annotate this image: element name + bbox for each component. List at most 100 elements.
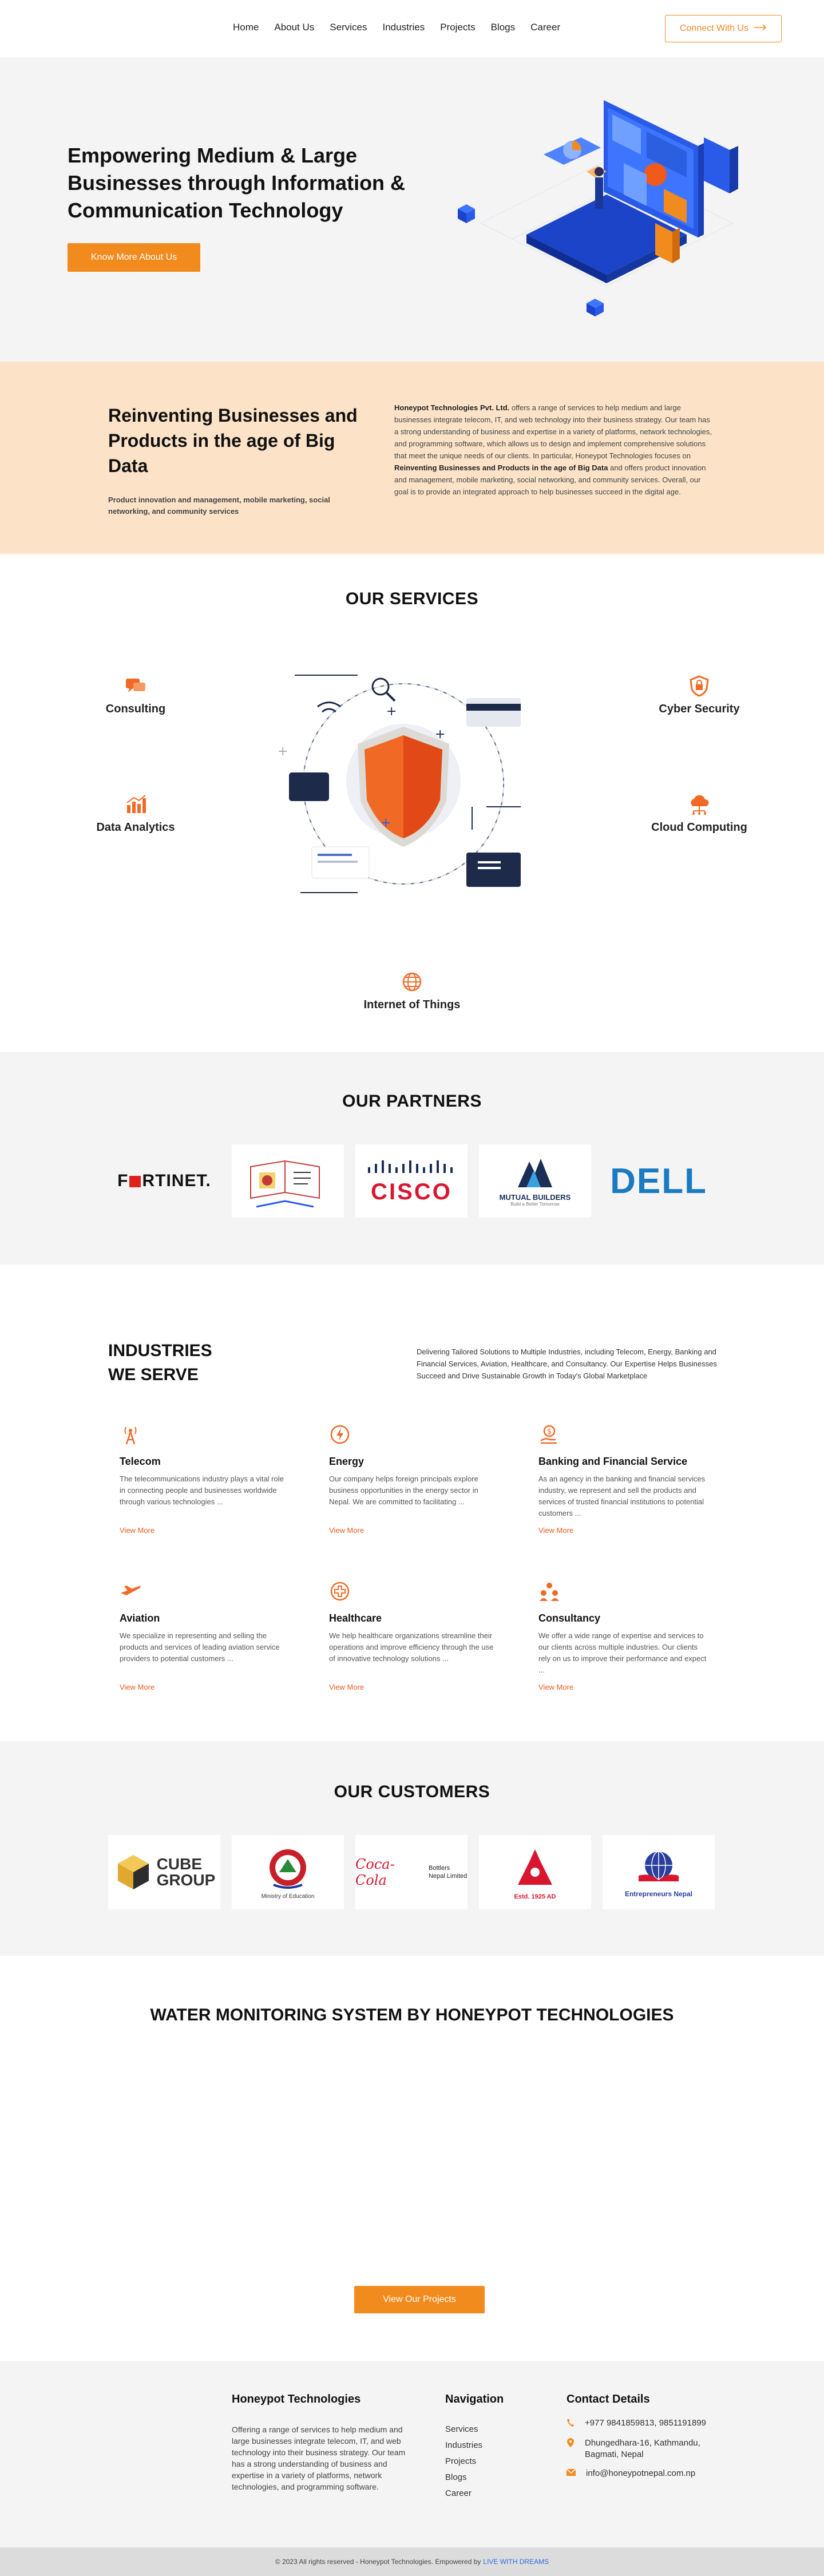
footer-nav-projects[interactable]: Projects [445, 2454, 482, 2470]
fortinet-logo[interactable]: F RTINET. [108, 1144, 220, 1218]
service-consulting-label: Consulting [105, 703, 166, 715]
reinvent-subtitle: Product innovation and management, mobil… [108, 496, 330, 516]
nav-services[interactable]: Services [330, 22, 367, 33]
view-more-link[interactable]: View More [538, 1526, 710, 1535]
view-more-link[interactable]: View More [538, 1683, 710, 1691]
globe-network-icon [400, 970, 424, 994]
fortinet-mark-icon [129, 1176, 141, 1187]
service-cyber-security[interactable]: Cyber Security [625, 674, 774, 716]
svg-text:+: + [278, 744, 288, 759]
contact-email[interactable]: info@honeypotnepal.com.np [586, 2468, 695, 2478]
ministry-text: Ministry of Education [261, 1893, 315, 1900]
cube-icon [117, 1855, 149, 1889]
industry-text: Our company helps foreign principals exp… [329, 1475, 478, 1506]
nepal-emblem-icon [269, 1849, 306, 1889]
reinvent-title: Reinventing Businesses and Products in t… [108, 405, 358, 476]
footer-nav-career[interactable]: Career [445, 2486, 482, 2502]
service-consulting[interactable]: Consulting [61, 674, 210, 716]
bottlers-text: Bottlers Nepal Limited [428, 1865, 468, 1880]
industry-card-consultancy[interactable]: Consultancy We offer a wide range of exp… [538, 1580, 710, 1691]
svg-text:+: + [381, 816, 391, 830]
ministry-education-logo[interactable]: Ministry of Education [232, 1835, 344, 1909]
footer-about-text: Offering a range of services to help med… [232, 2425, 406, 2491]
nav-projects[interactable]: Projects [440, 22, 475, 33]
hero-section: Empowering Medium & Large Businesses thr… [0, 57, 824, 362]
industry-card-banking[interactable]: $ Banking and Financial Service As an ag… [538, 1424, 710, 1535]
industries-title-line2: WE SERVE [108, 1365, 199, 1384]
mutual-builders-logo[interactable]: MUTUAL BUILDERS Build a Better Tomorrow [479, 1144, 591, 1218]
industry-card-healthcare[interactable]: Healthcare We help healthcare organizati… [329, 1580, 501, 1691]
main-nav: Home About Us Services Industries Projec… [233, 22, 576, 33]
industry-text: We help healthcare organizations streaml… [329, 1631, 494, 1663]
industry-text: The telecommunications industry plays a … [120, 1475, 284, 1506]
signal-tower-icon [120, 1424, 141, 1445]
reinvent-body: Honeypot Technologies Pvt. Ltd. offers a… [394, 402, 712, 498]
footer-contact-list: +977 9841859813, 9851191899 Dhungedhara-… [566, 2418, 732, 2486]
mutual-builders-text: MUTUAL BUILDERS [499, 1192, 571, 1202]
industry-name: Telecom [120, 1456, 161, 1467]
know-more-button[interactable]: Know More About Us [68, 243, 200, 272]
service-iot[interactable]: Internet of Things [338, 970, 486, 1012]
dell-text: DELL [610, 1161, 707, 1201]
view-more-link[interactable]: View More [120, 1683, 291, 1691]
connect-button[interactable]: Connect With Us [665, 15, 782, 42]
nav-about[interactable]: About Us [274, 22, 314, 33]
medical-cross-icon [329, 1580, 351, 1602]
estd-1925-logo[interactable]: Estd. 1925 AD [479, 1835, 591, 1909]
cisco-logo[interactable]: CISCO [355, 1144, 468, 1218]
money-hand-icon: $ [538, 1424, 560, 1445]
industry-text: We offer a wide range of expertise and s… [538, 1631, 707, 1674]
industry-card-aviation[interactable]: Aviation We specialize in representing a… [120, 1580, 291, 1691]
footer-contact-title: Contact Details [566, 2393, 650, 2405]
footer-nav-industries[interactable]: Industries [445, 2438, 482, 2454]
industries-description: Delivering Tailored Solutions to Multipl… [417, 1348, 717, 1380]
contact-address-row: Dhungedhara-16, Kathmandu, Bagmati, Nepa… [566, 2438, 732, 2460]
industry-card-energy[interactable]: Energy Our company helps foreign princip… [329, 1424, 501, 1535]
dell-logo[interactable]: DELL [603, 1144, 715, 1218]
partners-section: OUR PARTNERS F RTINET. CISCO MUTUAL BUIL… [0, 1052, 824, 1265]
empowered-by-link[interactable]: LIVE WITH DREAMS [483, 2558, 549, 2566]
airplane-icon [120, 1580, 141, 1602]
nav-blogs[interactable]: Blogs [491, 22, 516, 33]
building-icon [517, 1158, 552, 1187]
contact-phone[interactable]: +977 9841859813, 9851191899 [585, 2418, 706, 2428]
team-people-icon [538, 1580, 560, 1602]
customers-title: OUR CUSTOMERS [334, 1782, 490, 1801]
copyright-bar: © 2023 All rights reserved - Honeypot Te… [0, 2547, 824, 2576]
svg-text:+: + [435, 727, 445, 742]
arrow-right-icon [754, 23, 767, 34]
industry-name: Aviation [120, 1612, 160, 1624]
hero-title: Empowering Medium & Large Businesses thr… [68, 144, 406, 222]
cube-text: CUBE [156, 1855, 202, 1873]
service-data-analytics[interactable]: Data Analytics [61, 792, 210, 834]
industry-text: We specialize in representing and sellin… [120, 1631, 280, 1663]
industry-text: As an agency in the banking and financia… [538, 1475, 706, 1517]
service-cloud-computing[interactable]: Cloud Computing [625, 792, 774, 834]
cube-group-logo[interactable]: CUBE GROUP [108, 1835, 220, 1909]
footer-nav-services[interactable]: Services [445, 2422, 482, 2438]
nav-home[interactable]: Home [233, 22, 259, 33]
estd-text: Estd. 1925 AD [514, 1893, 556, 1900]
phone-icon [566, 2418, 575, 2430]
nav-career[interactable]: Career [530, 22, 560, 33]
industry-name: Consultancy [538, 1612, 601, 1624]
industry-card-telecom[interactable]: Telecom The telecommunications industry … [120, 1424, 291, 1535]
contact-address: Dhungedhara-16, Kathmandu, Bagmati, Nepa… [585, 2438, 700, 2459]
location-pin-icon [566, 2438, 575, 2450]
entrepreneurs-nepal-logo[interactable]: Entrepreneurs Nepal [603, 1835, 715, 1909]
coca-cola-bottlers-logo[interactable]: Coca-Cola Bottlers Nepal Limited [355, 1835, 468, 1909]
footer-nav-blogs[interactable]: Blogs [445, 2470, 482, 2486]
service-cyber-label: Cyber Security [659, 703, 740, 715]
coca-cola-text: Coca-Cola [355, 1856, 395, 1888]
nav-industries[interactable]: Industries [382, 22, 425, 33]
view-more-link[interactable]: View More [329, 1526, 501, 1535]
fortinet-logo-f: F [117, 1171, 129, 1190]
view-more-link[interactable]: View More [120, 1526, 291, 1535]
body-highlight: Reinventing Businesses and Products in t… [394, 463, 608, 472]
view-projects-button[interactable]: View Our Projects [354, 2286, 485, 2313]
view-more-link[interactable]: View More [329, 1683, 501, 1691]
group-text: GROUP [156, 1871, 216, 1889]
customers-section: OUR CUSTOMERS CUBE GROUP Ministry of Edu… [0, 1741, 824, 1956]
contact-email-row: info@honeypotnepal.com.np [566, 2468, 732, 2478]
book-partner-logo[interactable] [232, 1144, 344, 1218]
